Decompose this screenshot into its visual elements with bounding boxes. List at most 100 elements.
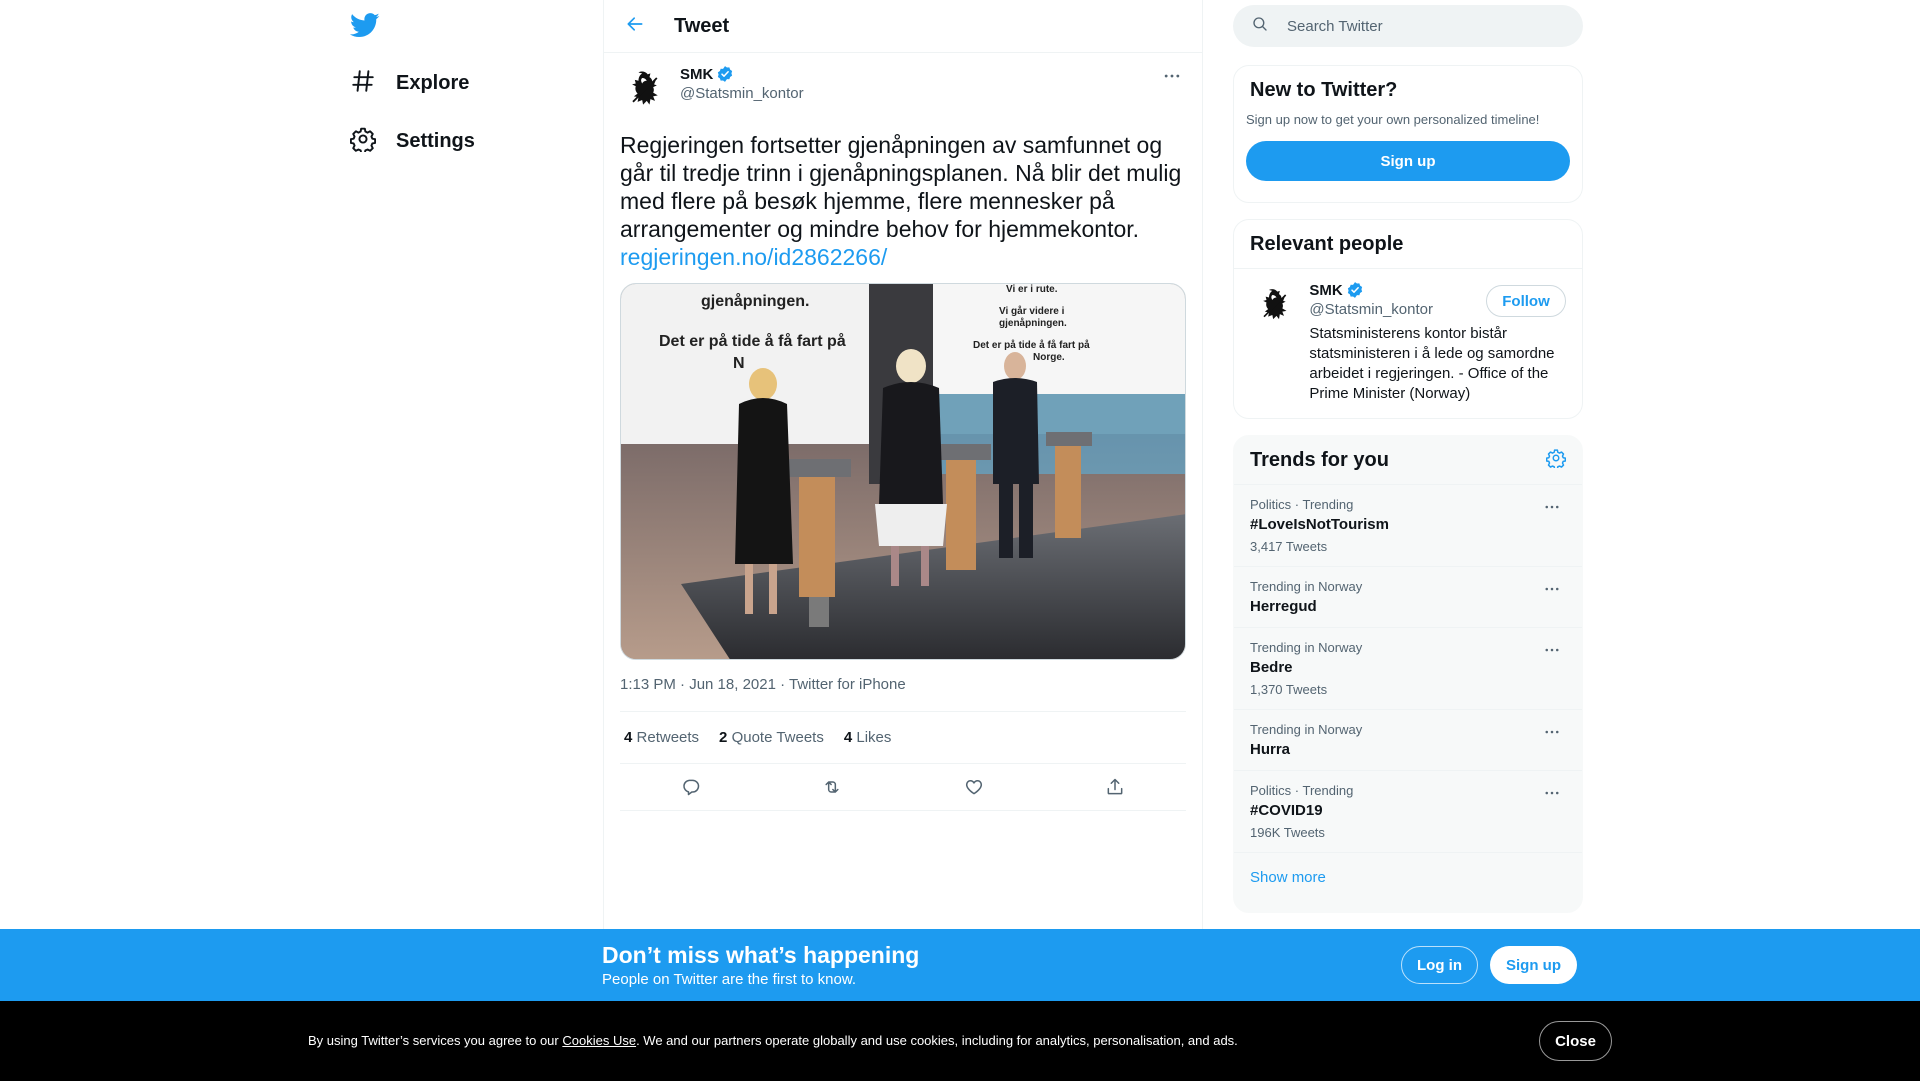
trend-context: Politics · Trending [1250,783,1354,798]
tweet: SMK @Statsmin_kontor Regjeringen fortset… [604,53,1202,811]
trend-item[interactable]: Trending in Norway Herregud [1234,567,1582,628]
hashtag-icon [350,68,376,99]
show-more-link[interactable]: Show more [1234,853,1582,905]
trend-context: Trending in Norway [1250,722,1363,737]
page-title: Tweet [674,14,730,37]
more-options-button[interactable] [1158,65,1186,87]
cookie-text-after: . We and our partners operate globally a… [636,1033,1238,1048]
like-icon [965,780,982,795]
avatar[interactable] [1250,281,1297,329]
retweets-stat[interactable]: 4 Retweets [624,729,699,746]
trend-more-button[interactable] [1538,579,1566,599]
login-banner: Don’t miss what’s happening People on Tw… [0,929,1920,1001]
person-row[interactable]: SMK @Statsmin_kontor Statsministerens ko… [1234,269,1582,404]
stat-label: Likes [856,729,892,746]
stat-count: 4 [624,729,633,746]
back-button[interactable] [617,8,653,44]
ellipsis-icon [1545,791,1559,795]
retweet-icon [825,781,839,793]
trend-item[interactable]: Politics · Trending #LoveIsNotTourism 3,… [1234,485,1582,567]
tweet-photo[interactable]: gjenåpningen. Det er på tide å få fart p… [620,283,1186,660]
tweet-actions [620,764,1186,811]
like-button[interactable] [956,769,992,805]
tweet-stats: 4 Retweets 2 Quote Tweets 4 Likes [620,711,1186,764]
likes-stat[interactable]: 4 Likes [844,729,892,746]
screen-left-line-1: gjenåpningen. [701,292,809,310]
avatar[interactable] [620,65,668,113]
gear-icon [349,126,377,157]
cookie-bar: By using Twitter’s services you agree to… [0,1001,1920,1081]
ellipsis-icon [1164,74,1180,78]
nav-item-label: Settings [396,129,475,152]
retweet-button[interactable] [814,769,850,805]
author-name[interactable]: SMK [680,66,713,83]
trend-name: Bedre [1250,659,1293,676]
screen-left-line-3: N [733,355,745,372]
nav-item-settings[interactable]: Settings [349,121,475,161]
arrow-left-icon [625,14,645,39]
gear-icon[interactable] [1545,448,1567,473]
stat-label: Retweets [636,729,700,746]
cookie-notice: By using Twitter’s services you agree to… [308,1033,1238,1048]
verified-badge-icon [716,65,734,83]
tweet-timestamp[interactable]: 1:13 PM · Jun 18, 2021 · Twitter for iPh… [620,676,1186,696]
search-bar[interactable] [1233,5,1583,47]
close-cookie-button[interactable]: Close [1539,1021,1612,1061]
twitter-bird-icon[interactable] [349,10,380,40]
banner-sign-up-button[interactable]: Sign up [1490,946,1577,984]
page-header: Tweet [604,0,1202,53]
trend-name: #COVID19 [1250,802,1323,819]
card-title: Trends for you [1250,448,1389,471]
trend-context: Trending in Norway [1250,640,1363,655]
trend-item[interactable]: Trending in Norway Hurra [1234,710,1582,771]
trends-card: Trends for you Politics · Trending #Love… [1233,435,1583,913]
author-handle[interactable]: @Statsmin_kontor [680,85,804,102]
tweet-body: Regjeringen fortsetter gjenåpningen av s… [620,132,1182,242]
cookies-use-link[interactable]: Cookies Use [562,1033,636,1048]
lion-crest-icon [1262,289,1287,320]
person-bio: Statsministerens kontor bistår statsmini… [1309,325,1555,402]
ellipsis-icon [1545,730,1559,734]
trend-name: #LoveIsNotTourism [1250,516,1389,533]
quote-tweets-stat[interactable]: 2 Quote Tweets [719,729,824,746]
banner-title: Don’t miss what’s happening [602,942,920,968]
nav-item-explore[interactable]: Explore [350,63,469,103]
card-subtitle: Sign up now to get your own personalized… [1246,112,1540,127]
tweet-header: SMK @Statsmin_kontor [620,65,1186,117]
log-in-button[interactable]: Log in [1401,946,1478,984]
banner-subtitle: People on Twitter are the first to know. [602,971,857,988]
card-title: New to Twitter? [1250,79,1398,101]
nav-item-label: Explore [396,71,470,94]
trend-more-button[interactable] [1538,640,1566,660]
sign-up-button[interactable]: Sign up [1246,141,1570,181]
lion-crest-icon [632,71,658,105]
author-name-row: SMK [680,65,804,83]
person-name[interactable]: SMK [1309,282,1342,299]
ellipsis-icon [1545,587,1559,591]
trend-more-button[interactable] [1538,497,1566,517]
trend-name: Herregud [1250,598,1317,615]
share-button[interactable] [1097,769,1133,805]
trends-header: Trends for you [1234,436,1582,485]
screen-right-line-1: Vi er i rute. [1006,284,1058,295]
share-icon [1107,778,1123,795]
trend-item[interactable]: Trending in Norway Bedre 1,370 Tweets [1234,628,1582,710]
trend-more-button[interactable] [1538,783,1566,803]
trend-context: Politics · Trending [1250,497,1354,512]
trend-count: 1,370 Tweets [1250,682,1328,697]
reply-icon [682,779,699,796]
screen-right-line-5: Norge. [1033,352,1065,363]
tweet-link[interactable]: regjeringen.no/id2862266/ [620,243,1186,271]
relevant-people-card: Relevant people SMK @Statsmin_kontor Sta… [1233,219,1583,419]
verified-badge-icon [1346,281,1364,299]
reply-button[interactable] [673,769,709,805]
cookie-text-before: By using Twitter’s services you agree to… [308,1033,563,1048]
trend-count: 3,417 Tweets [1250,539,1328,554]
search-icon [1251,15,1269,38]
main-column: Tweet SMK @Statsmin_kontor Regjeringen f… [603,0,1203,1081]
trend-more-button[interactable] [1538,722,1566,742]
search-input[interactable] [1287,17,1547,35]
trend-item[interactable]: Politics · Trending #COVID19 196K Tweets [1234,771,1582,853]
follow-button[interactable]: Follow [1486,285,1566,317]
trend-name: Hurra [1250,741,1291,758]
